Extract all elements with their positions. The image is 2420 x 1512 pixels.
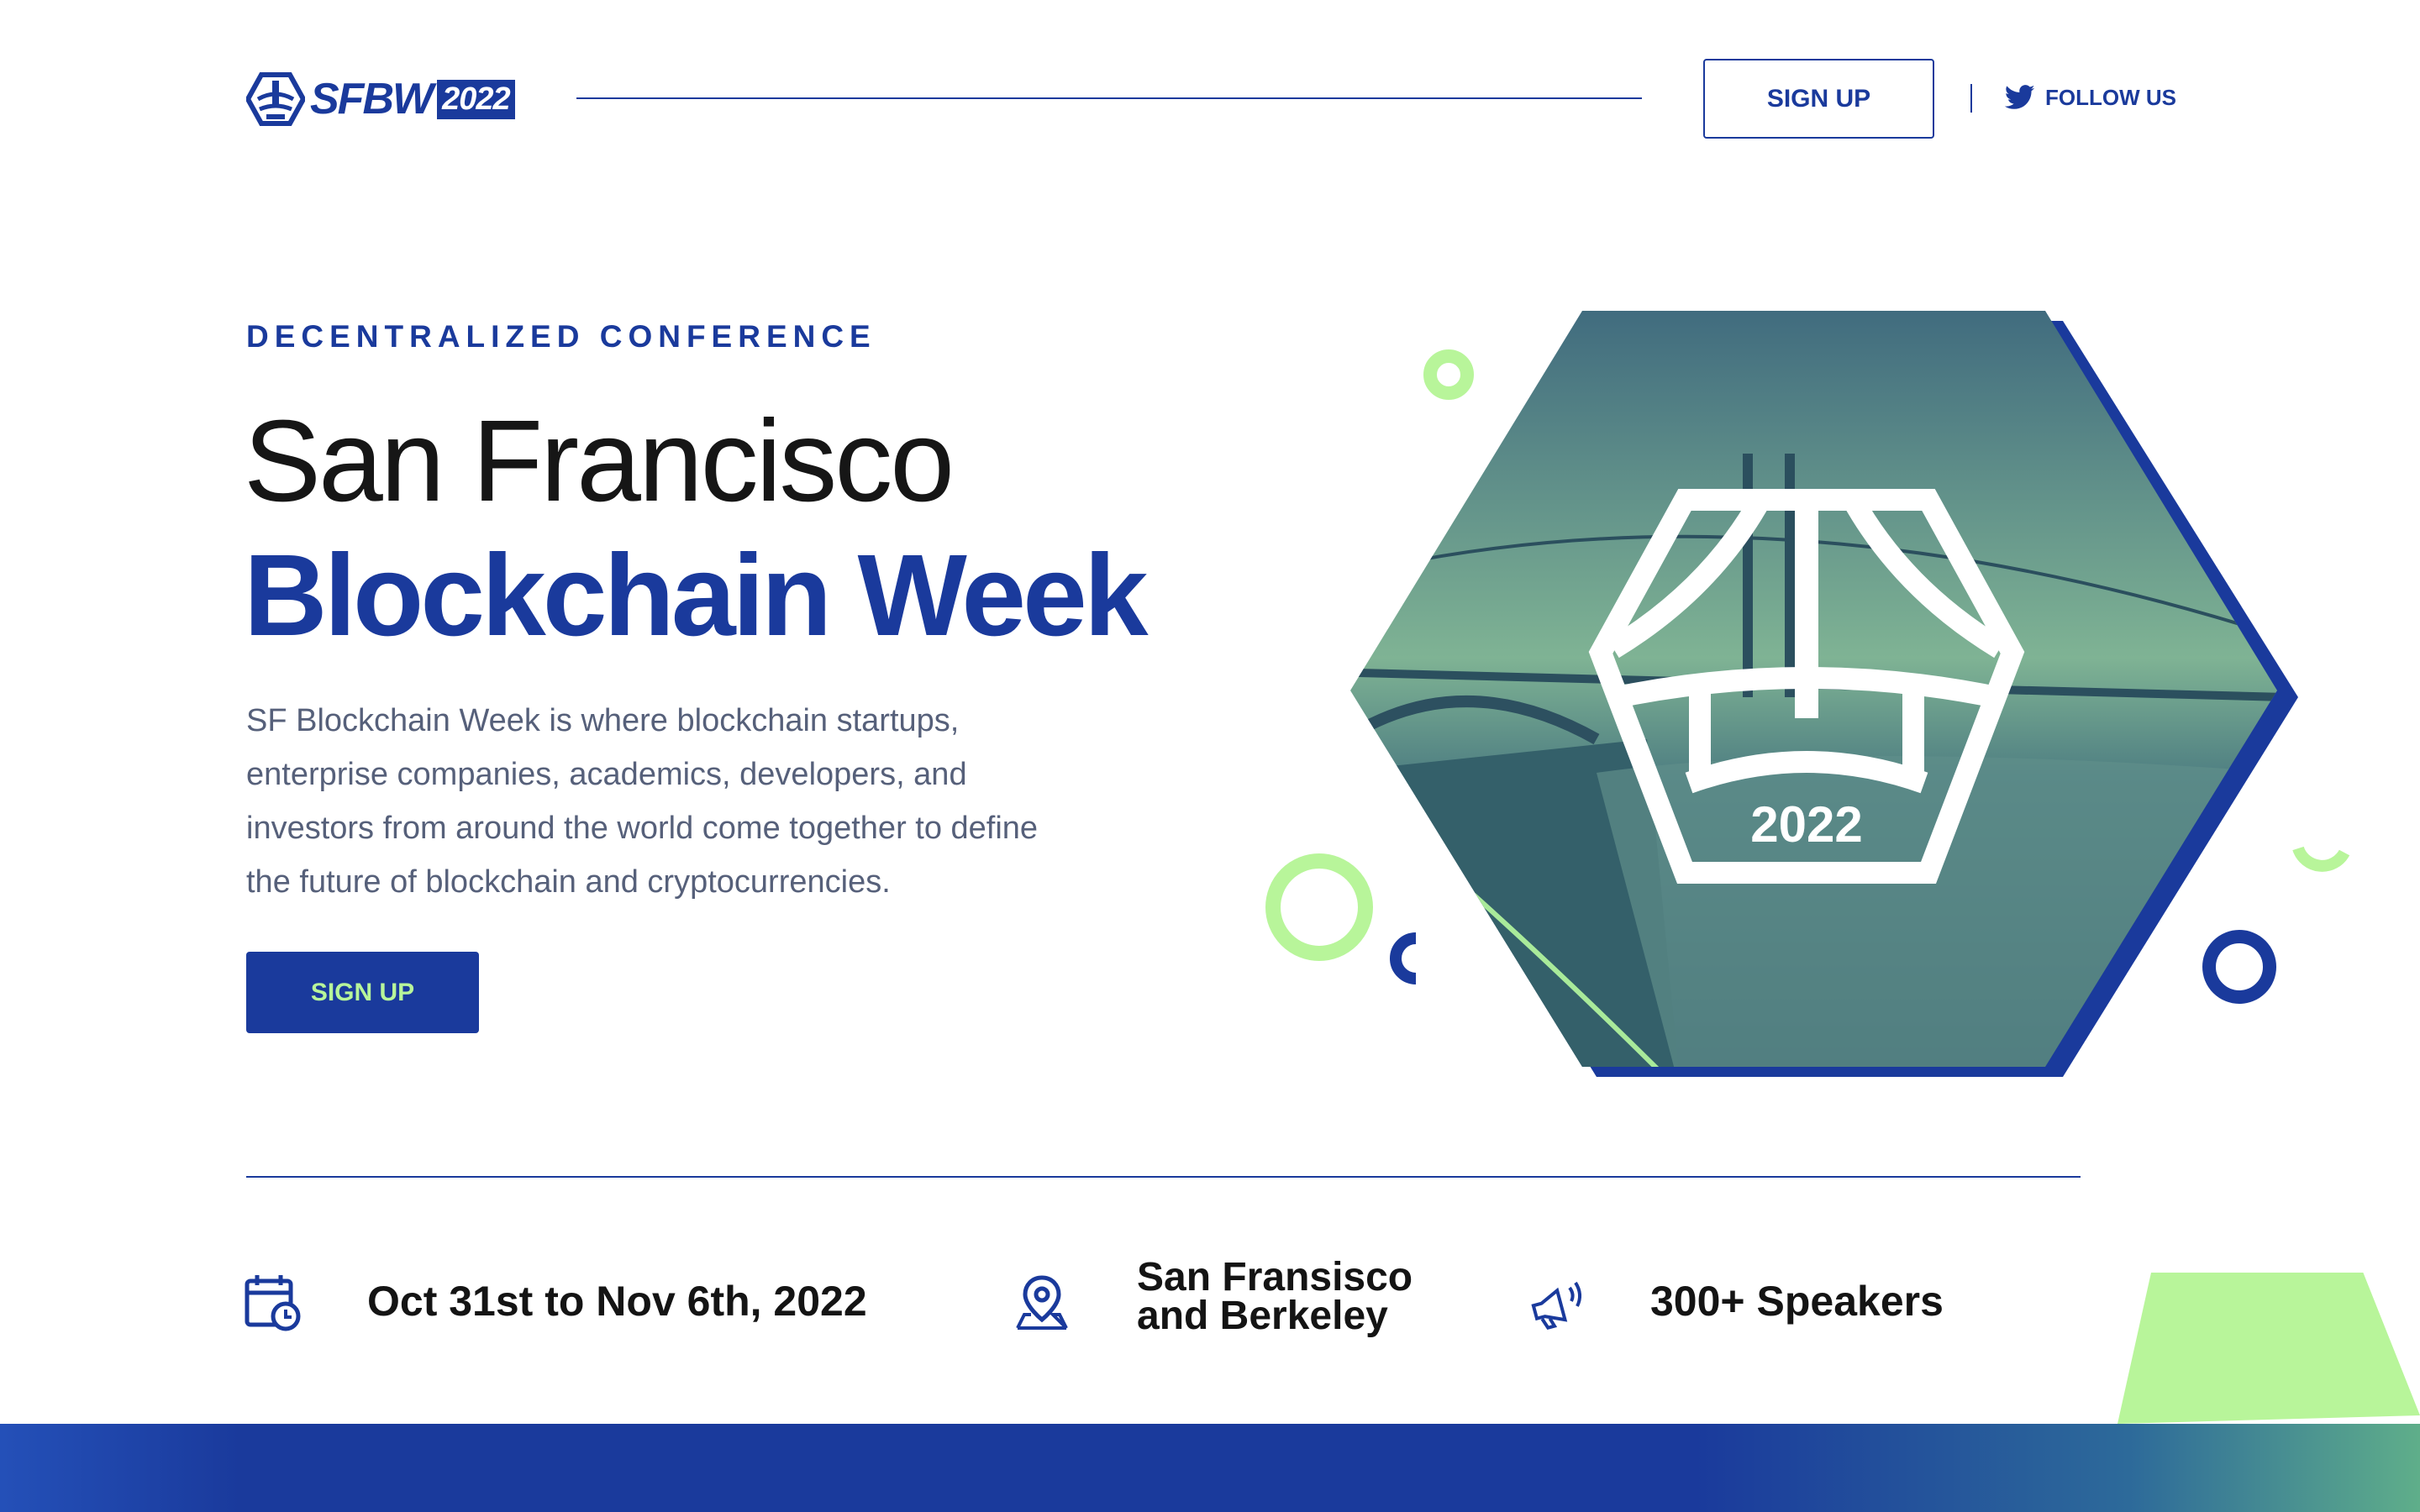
event-location-line2: and Berkeley [1137,1294,1388,1338]
deco-arc-green-right [2292,846,2350,872]
badge-year: 2022 [1750,796,1862,853]
hero-signup-button[interactable]: SIGN UP [246,952,479,1033]
map-pin-icon [1016,1275,1068,1330]
deco-arc-blue-left [1390,932,1417,984]
hero-eyebrow: DECENTRALIZED CONFERENCE [246,319,876,354]
section-divider [246,1176,2081,1178]
deco-ring-blue [2202,930,2276,1004]
hero-title-line1: San Francisco [244,396,955,526]
speaker-count: 300+ Speakers [1650,1278,1944,1325]
hero-title-line2: Blockchain Week [244,531,1149,660]
logo[interactable]: SFBW 2022 [246,72,517,126]
header-divider-line [576,97,1642,99]
deco-ring-large [1265,853,1373,961]
decorative-green-shape [2118,1273,2420,1424]
logo-year: 2022 [437,79,515,119]
follow-us-link[interactable]: FOLLOW US [2005,81,2176,114]
megaphone-icon [1531,1281,1581,1330]
twitter-icon [2005,85,2035,109]
event-date: Oct 31st to Nov 6th, 2022 [367,1278,867,1325]
bridge-hexagon-logo-icon [246,72,305,126]
follow-us-label: FOLLOW US [2045,84,2176,110]
event-location-line1: San Fransisco [1137,1255,1413,1299]
header-signup-button[interactable]: SIGN UP [1703,59,1934,139]
logo-wordmark: SFBW [310,75,434,123]
deco-ring-small [1423,349,1474,400]
bottom-gradient-band [0,1424,2420,1512]
hero-description: SF Blockchain Week is where blockchain s… [246,703,1039,900]
sfbw-badge: 2022 [1588,489,2025,884]
calendar-clock-icon [245,1275,301,1331]
hero-hexagon-artwork: 2022 [1265,311,2350,1077]
header-separator [1970,84,1972,113]
